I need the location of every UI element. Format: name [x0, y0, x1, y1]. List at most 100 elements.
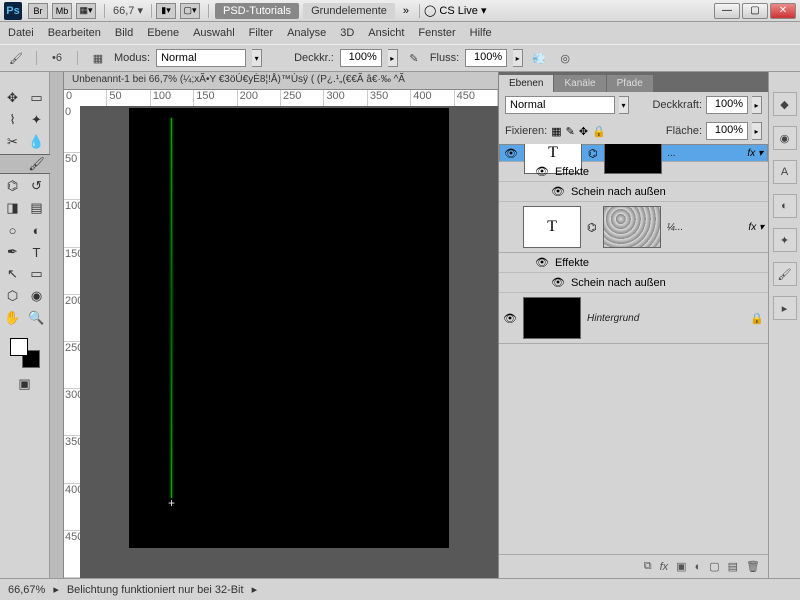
stamp-tool[interactable]: ⌬ — [2, 176, 24, 196]
layer-thumbnail[interactable] — [523, 297, 581, 339]
collapsed-left-dock[interactable] — [50, 72, 64, 578]
layer-name[interactable]: ... — [668, 148, 742, 159]
menu-bild[interactable]: Bild — [115, 27, 133, 39]
blend-mode-arrow[interactable]: ▾ — [252, 49, 262, 67]
panel-tab-ebenen[interactable]: Ebenen — [499, 75, 553, 92]
link-mask-icon[interactable]: ⌬ — [587, 221, 597, 234]
menu-ansicht[interactable]: Ansicht — [368, 27, 404, 39]
minimize-button[interactable]: — — [714, 3, 740, 19]
layer-opacity-arrow[interactable]: ▸ — [752, 96, 762, 114]
layer-name[interactable]: Hintergrund — [587, 313, 744, 324]
close-button[interactable]: ✕ — [770, 3, 796, 19]
zoom-display[interactable]: 66,7 ▾ — [113, 4, 143, 17]
type-tool[interactable]: T — [26, 242, 48, 262]
effect-visibility-icon[interactable]: 👁 — [551, 276, 565, 289]
layer-fx-badge[interactable]: fx ▾ — [747, 148, 763, 159]
document-tab[interactable]: Unbenannt-1 bei 66,7% (¼;xÃ•Y €3öÚ€yÈ8¦!… — [64, 72, 498, 90]
hand-tool[interactable]: ✋ — [2, 308, 24, 328]
layer-mask-icon[interactable]: ▣ — [676, 560, 686, 573]
link-layers-icon[interactable]: ⧉ — [644, 560, 652, 573]
shape-tool[interactable]: ▭ — [26, 264, 48, 284]
blur-tool[interactable]: ○ — [2, 220, 24, 240]
airbrush-icon[interactable]: 💨 — [529, 48, 549, 68]
layer-row[interactable]: 👁Hintergrund🔒 — [499, 293, 768, 344]
3d-tool[interactable]: ⬡ — [2, 286, 24, 306]
panel-tab-kanäle[interactable]: Kanäle — [554, 75, 605, 92]
menu-hilfe[interactable]: Hilfe — [470, 27, 492, 39]
swatches-panel-icon[interactable]: ◆ — [773, 92, 797, 116]
menu-3d[interactable]: 3D — [340, 27, 354, 39]
layer-effect[interactable]: 👁Effekte — [499, 253, 768, 273]
status-more-icon[interactable]: ▸ — [252, 583, 258, 596]
character-panel-icon[interactable]: A — [773, 160, 797, 184]
arrange-button[interactable]: ▮▾ — [156, 3, 176, 19]
status-arrow-icon[interactable]: ▸ — [53, 583, 59, 596]
tablet-size-icon[interactable]: ◎ — [555, 48, 575, 68]
menu-datei[interactable]: Datei — [8, 27, 34, 39]
history-brush-tool[interactable]: ↺ — [26, 176, 48, 196]
new-layer-icon[interactable]: ▤ — [728, 560, 738, 573]
layer-group-icon[interactable]: ▢ — [709, 560, 719, 573]
cslive-icon[interactable]: ◯ CS Live ▾ — [424, 4, 486, 17]
effect-visibility-icon[interactable]: 👁 — [535, 165, 549, 178]
adjustments-panel-icon[interactable]: ◐ — [773, 194, 797, 218]
menu-ebene[interactable]: Ebene — [147, 27, 179, 39]
zoom-tool[interactable]: 🔍 — [26, 308, 48, 328]
effect-visibility-icon[interactable]: 👁 — [551, 185, 565, 198]
layer-row[interactable]: 👁T⌬...fx ▾ — [499, 144, 768, 162]
panel-tab-pfade[interactable]: Pfade — [607, 75, 653, 92]
camera-tool[interactable]: ◉ — [26, 286, 48, 306]
layer-name[interactable]: ¼... — [667, 222, 743, 233]
styles-panel-icon[interactable]: ✦ — [773, 228, 797, 252]
workspace-more-icon[interactable]: » — [403, 5, 409, 17]
flow-arrow[interactable]: ▸ — [513, 49, 523, 67]
move-tool[interactable]: ✥ — [2, 88, 24, 108]
lock-all-icon[interactable]: 🔒 — [592, 125, 606, 138]
maximize-button[interactable]: ▢ — [742, 3, 768, 19]
layer-blend-arrow[interactable]: ▾ — [619, 96, 629, 114]
mask-thumbnail[interactable] — [604, 144, 662, 174]
color-panel-icon[interactable]: ◉ — [773, 126, 797, 150]
layer-fx-badge[interactable]: fx ▾ — [748, 222, 764, 233]
path-select-tool[interactable]: ↖ — [2, 264, 24, 284]
opacity-arrow[interactable]: ▸ — [388, 49, 398, 67]
menu-bearbeiten[interactable]: Bearbeiten — [48, 27, 101, 39]
eyedropper-tool[interactable]: 💧 — [26, 132, 48, 152]
brush-panel-icon[interactable]: ▦ — [88, 48, 108, 68]
extras-button[interactable]: ▦▾ — [76, 3, 96, 19]
layer-effect[interactable]: 👁Schein nach außen — [499, 273, 768, 293]
mask-thumbnail[interactable] — [603, 206, 661, 248]
brush-preset-icon[interactable]: • 6 — [47, 48, 67, 68]
screenmode-button[interactable]: ▢▾ — [180, 3, 200, 19]
brushes-panel-icon[interactable]: 🖌 — [773, 262, 797, 286]
actions-panel-icon[interactable]: ▸ — [773, 296, 797, 320]
dodge-tool[interactable]: ◐ — [26, 220, 48, 240]
workspace-psd-tutorials[interactable]: PSD-Tutorials — [215, 3, 299, 19]
menu-fenster[interactable]: Fenster — [418, 27, 455, 39]
layer-fx-icon[interactable]: fx — [660, 561, 669, 573]
layer-row[interactable]: T ⌬ ¼... fx ▾ — [499, 202, 768, 253]
menu-auswahl[interactable]: Auswahl — [193, 27, 235, 39]
opacity-input[interactable]: 100% — [340, 49, 382, 67]
adjustment-layer-icon[interactable]: ◐ — [695, 561, 702, 573]
eraser-tool[interactable]: ◨ — [2, 198, 24, 218]
wand-tool[interactable]: ✦ — [26, 110, 48, 130]
lasso-tool[interactable]: ⌇ — [2, 110, 24, 130]
blend-mode-select[interactable]: Normal — [156, 49, 246, 67]
marquee-tool[interactable]: ▭ — [26, 88, 48, 108]
color-swatches[interactable] — [10, 338, 40, 368]
menu-analyse[interactable]: Analyse — [287, 27, 326, 39]
lock-transparency-icon[interactable]: ▦ — [551, 125, 561, 138]
visibility-toggle[interactable]: 👁 — [504, 147, 518, 160]
lock-paint-icon[interactable]: ✎ — [566, 125, 575, 138]
delete-layer-icon[interactable]: 🗑 — [746, 560, 760, 573]
tablet-opacity-icon[interactable]: ✎ — [404, 48, 424, 68]
bridge-button[interactable]: Br — [28, 3, 48, 19]
effect-visibility-icon[interactable]: 👁 — [535, 256, 549, 269]
pen-tool[interactable]: ✒ — [2, 242, 24, 262]
menu-filter[interactable]: Filter — [249, 27, 273, 39]
layer-thumbnail[interactable]: T — [523, 206, 581, 248]
fill-input[interactable]: 100% — [706, 122, 748, 140]
workspace-grundelemente[interactable]: Grundelemente — [303, 3, 395, 19]
lock-move-icon[interactable]: ✥ — [579, 125, 588, 138]
